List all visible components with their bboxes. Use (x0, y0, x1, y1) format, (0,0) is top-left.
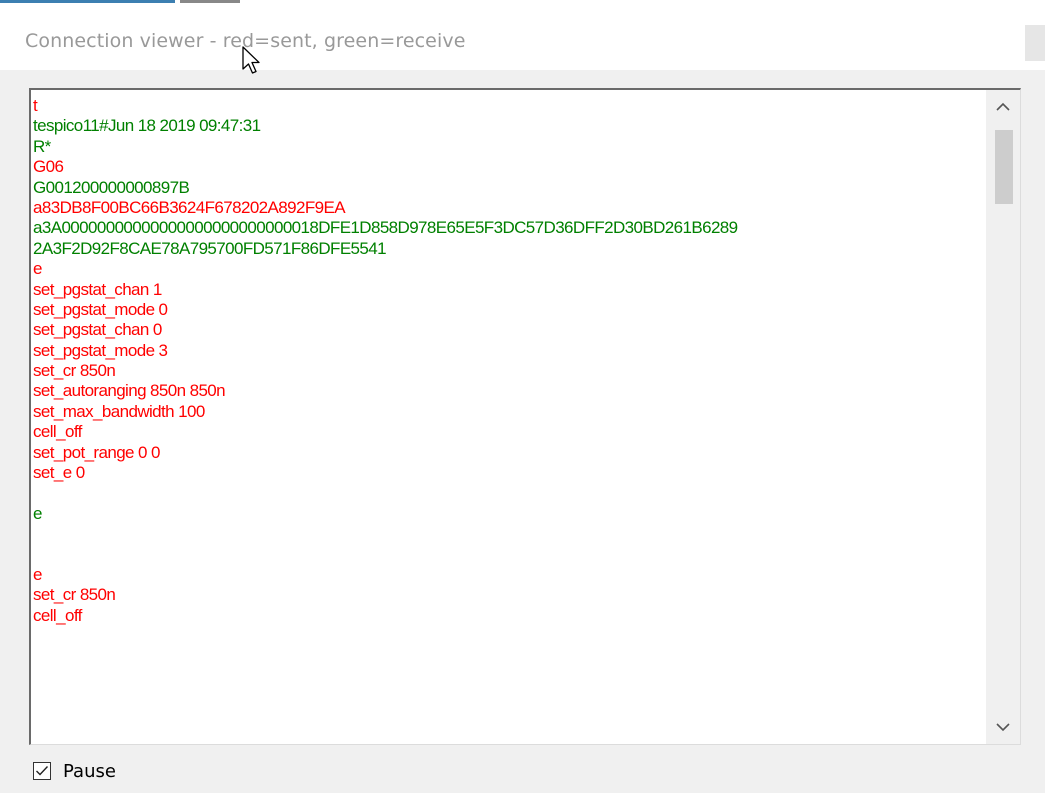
scroll-thumb[interactable] (995, 130, 1013, 204)
log-lines: t tespico11#Jun 18 2019 09:47:31 R* G06 G001… (33, 96, 993, 744)
log-line-receive: 2A3F2D92F8CAE78A795700FD571F86DFE5541 (33, 238, 387, 258)
log-line-sent: a83DB8F00BC66B3624F678202A892F9EA (33, 197, 346, 217)
log-line-sent: e (33, 259, 42, 279)
vertical-scrollbar[interactable] (986, 90, 1020, 744)
checkmark-icon (36, 766, 49, 776)
log-line-sent: set_cr 850n (33, 361, 116, 381)
log-line-sent (33, 483, 993, 503)
log-line-sent: set_pgstat_mode 3 (33, 340, 168, 360)
log-line-sent: e (33, 564, 42, 584)
log-line-receive: e (33, 503, 42, 523)
log-line-sent: cell_off (33, 605, 82, 625)
pause-label: Pause (63, 760, 116, 782)
log-line-sent: t (33, 96, 38, 115)
close-button[interactable] (1025, 25, 1045, 61)
pause-checkbox-row[interactable]: Pause (33, 759, 116, 783)
log-line-sent: set_cr 850n (33, 585, 116, 605)
log-line-receive (33, 524, 993, 544)
log-line-receive: G001200000000897B (33, 177, 190, 197)
chevron-down-icon (996, 723, 1010, 732)
log-line-sent: set_pgstat_mode 0 (33, 299, 168, 319)
log-line-sent: cell_off (33, 422, 82, 442)
scroll-down-button[interactable] (986, 710, 1020, 744)
connection-viewer-window: Connection viewer - red=sent, green=rece… (0, 0, 1045, 793)
log-line-sent: set_pgstat_chan 1 (33, 279, 162, 299)
log-line-sent: set_autoranging 850n 850n (33, 381, 226, 401)
log-line-receive: a3A00000000000000000000000000018DFE1D858… (33, 218, 738, 238)
tab-edge (0, 0, 175, 3)
log-line-receive: R* (33, 136, 51, 156)
connection-log-textbox[interactable]: t tespico11#Jun 18 2019 09:47:31 R* G06 G001… (29, 88, 1021, 745)
log-line-sent: set_e 0 (33, 463, 85, 483)
log-line-sent: set_max_bandwidth 100 (33, 401, 205, 421)
chevron-up-icon (996, 102, 1010, 111)
pause-checkbox[interactable] (33, 762, 51, 780)
tab-edge (180, 0, 240, 3)
log-line-sent: G06 (33, 157, 64, 177)
title-bar: Connection viewer - red=sent, green=rece… (0, 8, 1045, 70)
mouse-cursor-icon (242, 46, 260, 74)
log-line-receive: tespico11#Jun 18 2019 09:47:31 (33, 116, 261, 136)
log-line-sent: set_pot_range 0 0 (33, 442, 160, 462)
window-top-strip (0, 0, 1045, 8)
scroll-up-button[interactable] (986, 90, 1020, 124)
log-line-receive (33, 545, 993, 565)
log-line-sent: set_pgstat_chan 0 (33, 320, 162, 340)
